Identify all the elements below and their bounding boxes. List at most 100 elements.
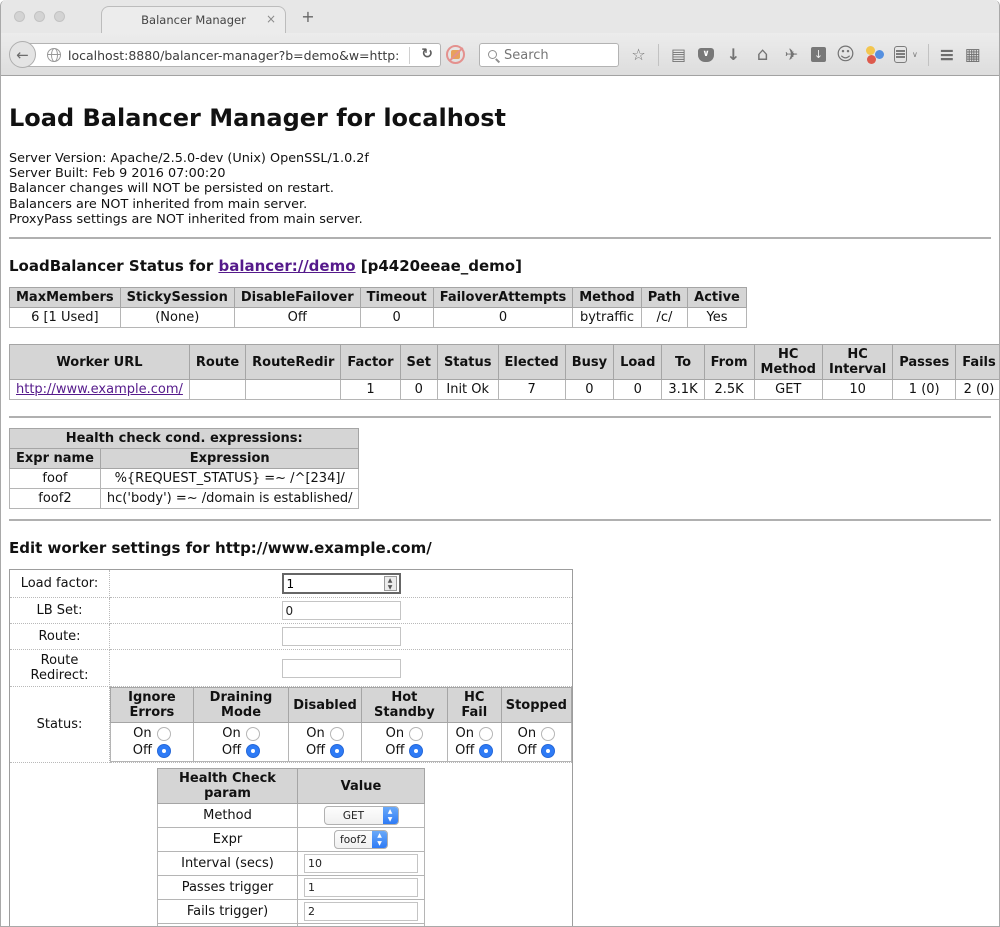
- window-titlebar: Balancer Manager × +: [1, 0, 999, 33]
- toolbar-separator: [658, 44, 659, 66]
- bookmark-star-icon[interactable]: ☆: [629, 45, 648, 64]
- off-label: Off: [222, 743, 241, 758]
- save-page-icon[interactable]: ↓: [811, 47, 826, 62]
- on-label: On: [518, 726, 536, 741]
- lb-set-label: LB Set:: [10, 598, 110, 624]
- route-redirect-input[interactable]: [282, 659, 401, 678]
- status-cell-draining-mode: On Off: [193, 723, 288, 762]
- reload-icon[interactable]: ↻: [421, 46, 433, 62]
- home-icon[interactable]: ⌂: [753, 45, 772, 64]
- hc-method-selected-value: GET: [325, 807, 383, 824]
- radio-stopped-on[interactable]: [541, 727, 555, 741]
- list-panel-icon[interactable]: [894, 46, 907, 63]
- route-input[interactable]: [282, 627, 401, 646]
- cell-active: Yes: [688, 308, 747, 328]
- pocket-icon[interactable]: ∨: [698, 48, 714, 62]
- colored-dots-extension-icon[interactable]: [865, 45, 884, 64]
- cell-stickysession: (None): [120, 308, 234, 328]
- col-route: Route: [189, 345, 245, 380]
- radio-draining-mode-on[interactable]: [246, 727, 260, 741]
- divider: [9, 519, 991, 521]
- inherit-note-line: Balancers are NOT inherited from main se…: [9, 197, 991, 212]
- adblock-icon[interactable]: [446, 45, 465, 64]
- col-method: Method: [573, 288, 641, 308]
- form-row-route: Route:: [10, 624, 573, 650]
- col-passes: Passes: [893, 345, 956, 380]
- cell-expression: hc('body') =~ /domain is established/: [100, 489, 359, 509]
- url-text[interactable]: localhost:8880/balancer-manager?b=demo&w…: [68, 48, 398, 63]
- site-identity-globe-icon[interactable]: [47, 48, 61, 62]
- number-stepper-icon[interactable]: ▲▼: [384, 576, 397, 591]
- hc-expr-select[interactable]: foof2 ▲▼: [334, 830, 388, 849]
- col-worker-url: Worker URL: [10, 345, 190, 380]
- status-label: Status:: [10, 687, 110, 763]
- radio-hot-standby-off[interactable]: [409, 744, 423, 758]
- hc-row-passes: Passes trigger: [158, 876, 425, 900]
- tab-title: Balancer Manager: [141, 13, 246, 27]
- hc-params-table: Health Check param Value Method GET ▲▼: [157, 768, 425, 927]
- menu-hamburger-icon[interactable]: ≡: [939, 44, 955, 66]
- chat-smiley-icon[interactable]: ☺: [836, 45, 855, 64]
- col-factor: Factor: [341, 345, 400, 380]
- zoom-window-button[interactable]: [54, 11, 65, 22]
- send-tab-icon[interactable]: ✈: [782, 45, 801, 64]
- hc-fails-input[interactable]: [304, 902, 418, 921]
- heading-suffix: [p4420eeae_demo]: [356, 257, 522, 275]
- hc-method-select[interactable]: GET ▲▼: [324, 806, 399, 825]
- server-info: Server Version: Apache/2.5.0-dev (Unix) …: [9, 151, 991, 227]
- hc-passes-input[interactable]: [304, 878, 418, 897]
- cell-fails: 2 (0): [956, 380, 999, 400]
- reading-list-icon[interactable]: ▤: [669, 45, 688, 64]
- load-factor-input[interactable]: [284, 577, 384, 591]
- chevron-down-icon[interactable]: ∨: [912, 50, 918, 59]
- radio-ignore-errors-off[interactable]: [157, 744, 171, 758]
- form-row-status: Status: Ignore Errors Draining Mode Disa…: [10, 687, 573, 763]
- hc-row-expr: Expr foof2 ▲▼: [158, 828, 425, 852]
- search-input[interactable]: [504, 45, 612, 65]
- tab-close-icon[interactable]: ×: [266, 12, 276, 26]
- search-bar[interactable]: [479, 43, 619, 67]
- hc-expressions-table: Health check cond. expressions: Expr nam…: [9, 428, 359, 509]
- minimize-window-button[interactable]: [34, 11, 45, 22]
- status-cell-ignore-errors: On Off: [111, 723, 194, 762]
- col-maxmembers: MaxMembers: [10, 288, 121, 308]
- lb-set-input[interactable]: [282, 601, 401, 620]
- page-title: Load Balancer Manager for localhost: [9, 76, 991, 132]
- off-label: Off: [455, 743, 474, 758]
- col-to: To: [662, 345, 704, 380]
- downloads-icon[interactable]: ↓: [724, 45, 743, 64]
- hc-expr-label: Expr: [158, 828, 298, 852]
- col-disabled: Disabled: [289, 688, 362, 723]
- hc-interval-input[interactable]: [304, 854, 418, 873]
- browser-window: Balancer Manager × + ← localhost:8880/ba…: [0, 0, 1000, 927]
- tab-balancer-manager[interactable]: Balancer Manager ×: [101, 6, 286, 33]
- server-built-line: Server Built: Feb 9 2016 07:00:20: [9, 166, 991, 181]
- radio-hc-fail-off[interactable]: [479, 744, 493, 758]
- grid-extension-icon[interactable]: ▦: [965, 45, 981, 65]
- col-expression: Expression: [100, 449, 359, 469]
- radio-stopped-off[interactable]: [541, 744, 555, 758]
- col-failoverattempts: FailoverAttempts: [433, 288, 573, 308]
- url-bar[interactable]: localhost:8880/balancer-manager?b=demo&w…: [23, 43, 441, 67]
- radio-hot-standby-on[interactable]: [409, 727, 423, 741]
- balancer-demo-link[interactable]: balancer://demo: [218, 257, 355, 275]
- radio-hc-fail-on[interactable]: [479, 727, 493, 741]
- radio-draining-mode-off[interactable]: [246, 744, 260, 758]
- col-busy: Busy: [565, 345, 613, 380]
- worker-url-link[interactable]: http://www.example.com/: [16, 382, 183, 397]
- cell-to: 3.1K: [662, 380, 704, 400]
- new-tab-button[interactable]: +: [297, 7, 319, 26]
- col-path: Path: [641, 288, 687, 308]
- toolbar-buttons: ☆ ▤ ∨ ↓ ⌂ ✈ ↓ ☺ ∨ ≡ ▦: [629, 33, 981, 76]
- col-hot-standby: Hot Standby: [361, 688, 447, 723]
- hc-row-method: Method GET ▲▼: [158, 804, 425, 828]
- close-window-button[interactable]: [14, 11, 25, 22]
- radio-ignore-errors-on[interactable]: [157, 727, 171, 741]
- radio-disabled-off[interactable]: [330, 744, 344, 758]
- col-timeout: Timeout: [360, 288, 433, 308]
- back-button[interactable]: ←: [9, 41, 36, 68]
- on-label: On: [386, 726, 404, 741]
- divider: [9, 237, 991, 239]
- hc-expr-selected-value: foof2: [335, 831, 372, 848]
- radio-disabled-on[interactable]: [330, 727, 344, 741]
